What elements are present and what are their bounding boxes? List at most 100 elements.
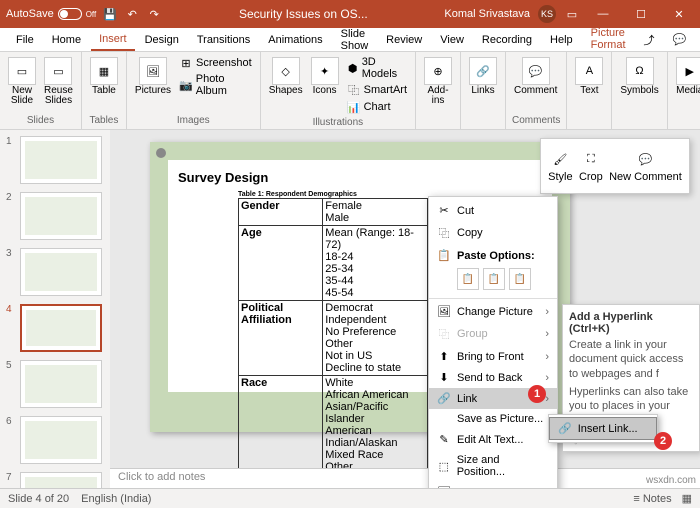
bring-front-icon: ⬆ [437,350,451,363]
photo-album-button[interactable]: 📷Photo Album [177,72,254,98]
redo-icon[interactable]: ↷ [146,6,162,22]
autosave-toggle[interactable]: AutoSave Off [6,8,96,20]
send-back-icon: ⬇ [437,371,451,384]
comments-button[interactable]: 💬 [665,29,695,50]
ctx-group[interactable]: ⿻Group› [429,322,557,346]
view-normal-icon[interactable]: ▦ [682,492,692,505]
tab-help[interactable]: Help [542,30,581,50]
thumb-4[interactable] [20,304,102,352]
symbols-button[interactable]: ΩSymbols [618,55,660,98]
notes-pane[interactable]: Click to add notes [110,468,700,488]
paste-opt-1[interactable]: 📋 [457,268,479,290]
thumb-7[interactable] [20,472,102,488]
tab-file[interactable]: File [8,30,42,50]
group-illustrations: Illustrations [267,115,409,128]
pictures-button[interactable]: 🖼Pictures [133,55,173,98]
thumb-2[interactable] [20,192,102,240]
chart-button[interactable]: 📊Chart [345,99,409,115]
toggle-icon [58,8,82,20]
pin-icon [156,148,166,158]
save-icon[interactable]: 💾 [102,6,118,22]
tab-review[interactable]: Review [378,30,430,50]
slide-counter[interactable]: Slide 4 of 20 [8,493,69,505]
undo-icon[interactable]: ↶ [124,6,140,22]
thumb-6[interactable] [20,416,102,464]
reuse-slides-button[interactable]: ▭Reuse Slides [42,55,75,108]
new-comment-button[interactable]: 💬New Comment [609,149,682,183]
alt-text-icon: ✎ [437,433,451,446]
thumb-3[interactable] [20,248,102,296]
screenshot-button[interactable]: ⊞Screenshot [177,55,254,71]
size-icon: ⬚ [437,460,451,473]
new-slide-button[interactable]: ▭New Slide [6,55,38,108]
status-bar: Slide 4 of 20 English (India) ≡ Notes ▦ [0,488,700,508]
ctx-bring-front[interactable]: ⬆Bring to Front› [429,346,557,367]
thumb-5[interactable] [20,360,102,408]
3d-models-button[interactable]: ⬢3D Models [345,55,409,81]
comment-button[interactable]: 💬Comment [512,55,559,98]
thumbnail-panel[interactable]: 1 2 3 4 5 6 7 [0,130,110,488]
paste-icon: 📋 [437,249,451,262]
group-slides: Slides [6,113,75,126]
notes-button[interactable]: ≡ Notes [633,493,671,505]
insert-link-item[interactable]: 🔗Insert Link... [549,417,657,440]
table-button[interactable]: ▦Table [88,55,120,98]
watermark: wsxdn.com [646,475,696,486]
shapes-button[interactable]: ◇Shapes [267,55,305,98]
ctx-paste-options-header: 📋Paste Options: [429,245,557,266]
ctx-cut[interactable]: ✂Cut [429,200,557,221]
group-tables: Tables [88,113,120,126]
tab-animations[interactable]: Animations [260,30,330,50]
close-button[interactable]: ✕ [664,0,694,28]
share-button[interactable]: ⤴ [636,28,663,52]
user-name: Komal Srivastava [444,8,530,20]
link-submenu: 🔗Insert Link... [548,414,658,443]
crop-button[interactable]: ⛶Crop [579,149,603,183]
link-icon: 🔗 [558,422,572,435]
paste-opt-2[interactable]: 📋 [483,268,505,290]
ctx-copy[interactable]: ⿻Copy [429,221,557,245]
links-button[interactable]: 🔗Links [467,55,499,98]
tab-transitions[interactable]: Transitions [189,30,258,50]
link-icon: 🔗 [437,392,451,405]
marker-1: 1 [528,385,546,403]
addins-button[interactable]: ⊕Add-ins [422,55,454,108]
text-button[interactable]: AText [573,55,605,98]
paste-opt-3[interactable]: 📋 [509,268,531,290]
tab-view[interactable]: View [432,30,472,50]
slide-title: Survey Design [178,170,542,185]
style-button[interactable]: 🖌Style [548,149,572,183]
icons-button[interactable]: ✦Icons [309,55,341,98]
mini-toolbar: 🖌Style ⛶Crop 💬New Comment [540,138,690,194]
tab-design[interactable]: Design [137,30,187,50]
doc-title: Security Issues on OS... [162,7,444,21]
avatar[interactable]: KS [538,5,556,23]
marker-2: 2 [654,432,672,450]
thumb-1[interactable] [20,136,102,184]
tab-recording[interactable]: Recording [474,30,540,50]
smartart-button[interactable]: ⿻SmartArt [345,82,409,98]
autosave-state: Off [86,10,97,19]
ctx-size-position[interactable]: ⬚Size and Position... [429,450,557,482]
language[interactable]: English (India) [81,493,151,505]
cut-icon: ✂ [437,204,451,217]
ribbon-options-icon[interactable]: ▭ [564,6,580,22]
ribbon: ▭New Slide ▭Reuse Slides Slides ▦Table T… [0,52,700,130]
context-menu: ✂Cut ⿻Copy 📋Paste Options: 📋 📋 📋 🖼Change… [428,196,558,507]
ctx-edit-alt[interactable]: ✎Edit Alt Text... [429,429,557,450]
group-comments: Comments [512,113,560,126]
ctx-save-as-picture[interactable]: Save as Picture... [429,409,557,429]
media-button[interactable]: ▶Media [674,55,700,98]
tab-insert[interactable]: Insert [91,29,135,51]
tooltip-body1: Create a link in your document quick acc… [569,338,693,381]
ribbon-tabs: File Home Insert Design Transitions Anim… [0,28,700,52]
group-images: Images [133,113,254,126]
demographics-table[interactable]: GenderFemale MaleAgeMean (Range: 18-72) … [238,198,428,488]
tab-home[interactable]: Home [44,30,89,50]
ctx-change-picture[interactable]: 🖼Change Picture› [429,301,557,322]
copy-icon: ⿻ [437,225,451,241]
tooltip-title: Add a Hyperlink (Ctrl+K) [569,311,693,335]
tab-slideshow[interactable]: Slide Show [333,24,377,56]
group-icon: ⿻ [437,326,451,342]
change-picture-icon: 🖼 [437,305,451,318]
